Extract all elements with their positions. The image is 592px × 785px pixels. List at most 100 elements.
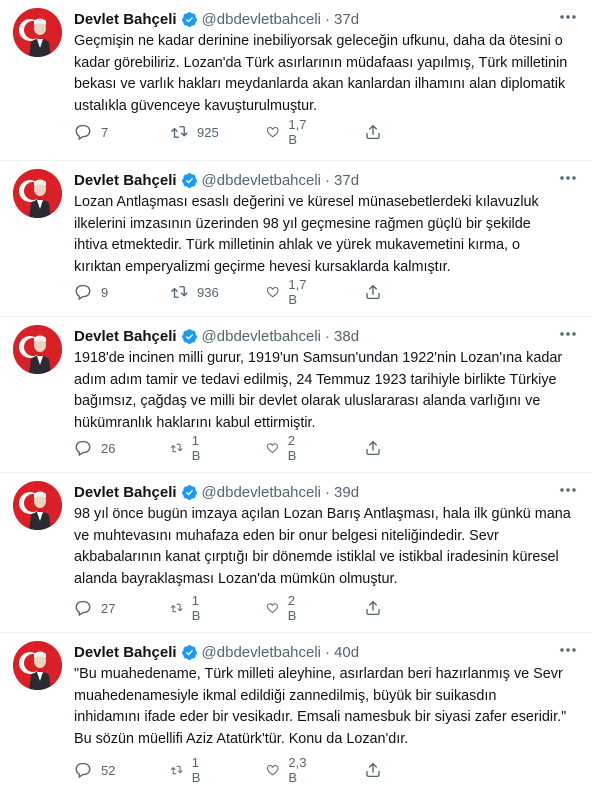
author-name[interactable]: Devlet Bahçeli (74, 484, 177, 501)
share-icon (366, 124, 380, 140)
avatar[interactable] (13, 481, 62, 530)
reply-icon (75, 600, 91, 617)
tweet-header: Devlet Bahçeli @dbdevletbahceli · 39d (74, 481, 359, 503)
share-button[interactable] (364, 123, 382, 141)
tweet-text-line: Bu sözün müellifi Aziz Atatürk'tür. Konu… (74, 730, 409, 747)
reply-icon (75, 440, 91, 457)
reply-icon (75, 284, 91, 301)
author-handle[interactable]: @dbdevletbahceli (202, 484, 321, 501)
reply-icon (75, 762, 91, 779)
tweet-feed: Devlet Bahçeli @dbdevletbahceli · 37d Ge… (0, 0, 592, 785)
timestamp[interactable]: 37d (334, 11, 359, 28)
retweet-count: 1 B (191, 755, 201, 785)
tweet[interactable]: Devlet Bahçeli @dbdevletbahceli · 37d Lo… (0, 161, 592, 317)
tweet-text: 1918'de incinen milli gurur, 1919'un Sam… (74, 348, 582, 434)
like-button[interactable]: 1,7 B (266, 277, 311, 307)
tweet-text-line: bağımsız, çağdaş ve milli bir devlet ola… (74, 393, 541, 409)
tweet-text: Lozan Antlaşması esaslı değerini ve küre… (74, 192, 582, 278)
share-icon (366, 762, 380, 778)
like-button[interactable]: 1,7 B (266, 117, 311, 147)
tweet-text-line: kadar görebiliriz. Lozan'da Türk asırlar… (74, 54, 568, 71)
heart-icon (266, 765, 279, 776)
share-button[interactable] (364, 761, 382, 779)
reply-count: 52 (101, 762, 116, 778)
avatar[interactable] (13, 325, 62, 374)
reply-button[interactable]: 9 (74, 283, 108, 301)
author-name[interactable]: Devlet Bahçeli (74, 644, 177, 661)
separator-dot: · (325, 171, 331, 189)
reply-button[interactable]: 27 (74, 599, 115, 617)
share-button[interactable] (364, 283, 382, 301)
reply-button[interactable]: 7 (74, 123, 108, 141)
like-button[interactable]: 2 B (266, 593, 302, 623)
avatar[interactable] (13, 169, 62, 218)
separator-dot: · (325, 327, 331, 345)
author-handle[interactable]: @dbdevletbahceli (202, 328, 321, 345)
timestamp[interactable]: 39d (334, 484, 359, 501)
retweet-icon (171, 286, 188, 298)
tweet-header: Devlet Bahçeli @dbdevletbahceli · 37d (74, 169, 359, 191)
tweet-text-line: akbabalarının kanat çırptığı bir dönemde… (74, 549, 559, 565)
author-handle[interactable]: @dbdevletbahceli (202, 11, 321, 28)
avatar[interactable] (13, 8, 62, 57)
heart-icon (266, 287, 279, 298)
tweet-text-line: Geçmişin ne kadar derinine inebiliyorsak… (74, 33, 563, 49)
retweet-button[interactable]: 1 B (170, 433, 206, 463)
timestamp[interactable]: 38d (334, 328, 359, 345)
reply-button[interactable]: 26 (74, 439, 115, 457)
more-options-icon[interactable] (558, 483, 578, 497)
author-name[interactable]: Devlet Bahçeli (74, 328, 177, 345)
share-icon (366, 440, 380, 456)
tweet[interactable]: Devlet Bahçeli @dbdevletbahceli · 37d Ge… (0, 0, 592, 161)
like-count: 2,3 B (288, 755, 307, 785)
timestamp[interactable]: 37d (334, 172, 359, 189)
like-button[interactable]: 2 B (266, 433, 302, 463)
retweet-icon (171, 126, 188, 138)
reply-count: 9 (101, 284, 109, 300)
retweet-icon (170, 765, 183, 775)
timestamp[interactable]: 40d (334, 644, 359, 661)
tweet-header: Devlet Bahçeli @dbdevletbahceli · 37d (74, 8, 359, 30)
tweet-text-line: adım adım tamir ve tedavi edilmiş, 24 Te… (74, 371, 557, 388)
tweet-text: 98 yıl önce bugün imzaya açılan Lozan Ba… (74, 504, 582, 590)
more-options-icon[interactable] (558, 327, 578, 341)
tweet-text-line: kırıktan emperyalizmi geçirme hevesi kur… (74, 258, 451, 275)
tweet-text-line: ilkelerini imzasının üzerinden 98 yıl ge… (74, 215, 531, 232)
share-button[interactable] (364, 599, 382, 617)
tweet[interactable]: Devlet Bahçeli @dbdevletbahceli · 38d 19… (0, 317, 592, 473)
more-options-icon[interactable] (558, 10, 578, 24)
reply-count: 26 (101, 440, 116, 456)
more-options-icon[interactable] (558, 643, 578, 657)
tweet-header: Devlet Bahçeli @dbdevletbahceli · 38d (74, 325, 359, 347)
share-icon (366, 284, 380, 300)
share-button[interactable] (364, 439, 382, 457)
share-icon (366, 600, 380, 616)
author-handle[interactable]: @dbdevletbahceli (202, 172, 321, 189)
retweet-button[interactable]: 936 (170, 283, 219, 301)
author-handle[interactable]: @dbdevletbahceli (202, 644, 321, 661)
separator-dot: · (325, 10, 331, 28)
like-count: 1,7 B (288, 117, 307, 147)
avatar[interactable] (13, 641, 62, 690)
tweet-text: "Bu muahedename, Türk milleti aleyhine, … (74, 664, 582, 750)
tweet-text-line: ustalıkla güvenceye kavuşturulmuştur. (74, 97, 318, 114)
retweet-button[interactable]: 1 B (170, 755, 206, 785)
heart-icon (266, 127, 279, 138)
reply-button[interactable]: 52 (74, 761, 115, 779)
tweet-text-line: "Bu muahedename, Türk milleti aleyhine, … (74, 666, 563, 682)
like-button[interactable]: 2,3 B (266, 755, 311, 785)
verified-badge-icon (181, 328, 198, 345)
tweet-text-line: ihtiva etmektedir. Türk milletinin ahlak… (74, 237, 521, 253)
author-name[interactable]: Devlet Bahçeli (74, 11, 177, 28)
author-name[interactable]: Devlet Bahçeli (74, 172, 177, 189)
retweet-count: 925 (197, 124, 219, 140)
tweet-text-line: alanda bayraklaşması Lozan'da mümkün olm… (74, 570, 398, 587)
retweet-button[interactable]: 1 B (170, 593, 206, 623)
retweet-button[interactable]: 925 (170, 123, 219, 141)
tweet-text-line: Lozan Antlaşması esaslı değerini ve küre… (74, 194, 539, 210)
tweet[interactable]: Devlet Bahçeli @dbdevletbahceli · 39d 98… (0, 473, 592, 633)
separator-dot: · (325, 483, 331, 501)
tweet-text-line: ve muhtevasını muhafaza eden bir onur be… (74, 527, 499, 544)
tweet[interactable]: Devlet Bahçeli @dbdevletbahceli · 40d "B… (0, 633, 592, 785)
more-options-icon[interactable] (558, 171, 578, 185)
